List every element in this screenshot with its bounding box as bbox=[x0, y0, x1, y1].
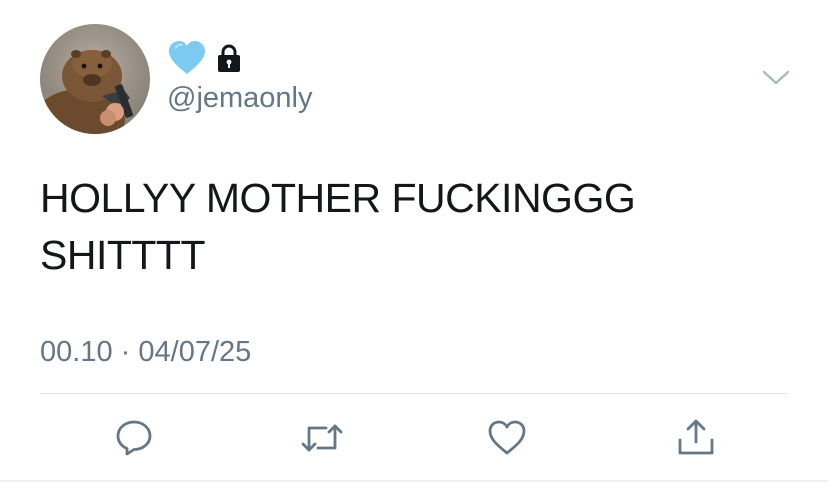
share-upload-icon bbox=[678, 419, 714, 455]
divider bbox=[40, 393, 788, 394]
share-button[interactable] bbox=[676, 418, 716, 458]
tweet-timestamp: 00.10 · 04/07/25 bbox=[40, 334, 251, 370]
reply-button[interactable] bbox=[114, 418, 154, 458]
tweet-date: 04/07/25 bbox=[138, 336, 252, 368]
display-name[interactable] bbox=[168, 40, 242, 76]
tweet-text: HOLLYY MOTHER FUCKINGGG SHITTTT bbox=[40, 170, 800, 284]
chevron-down-icon bbox=[762, 70, 790, 85]
tweet-time: 00.10 bbox=[40, 336, 113, 368]
tweet-text-line: SHITTTT bbox=[40, 232, 206, 278]
like-button[interactable] bbox=[487, 418, 527, 458]
lock-icon bbox=[218, 44, 240, 72]
speech-bubble-icon bbox=[116, 420, 152, 456]
retweet-button[interactable] bbox=[300, 418, 343, 458]
capybara-avatar-image bbox=[40, 24, 150, 134]
user-handle[interactable]: @jemaonly bbox=[167, 80, 313, 116]
more-options-button[interactable] bbox=[760, 66, 792, 90]
timestamp-separator: · bbox=[120, 336, 131, 368]
tweet-text-line: HOLLYY MOTHER FUCKINGGG bbox=[40, 175, 636, 221]
avatar[interactable] bbox=[40, 24, 150, 134]
heart-outline-icon bbox=[488, 420, 526, 455]
retweet-icon bbox=[301, 424, 343, 452]
light-blue-heart-emoji bbox=[169, 41, 205, 74]
